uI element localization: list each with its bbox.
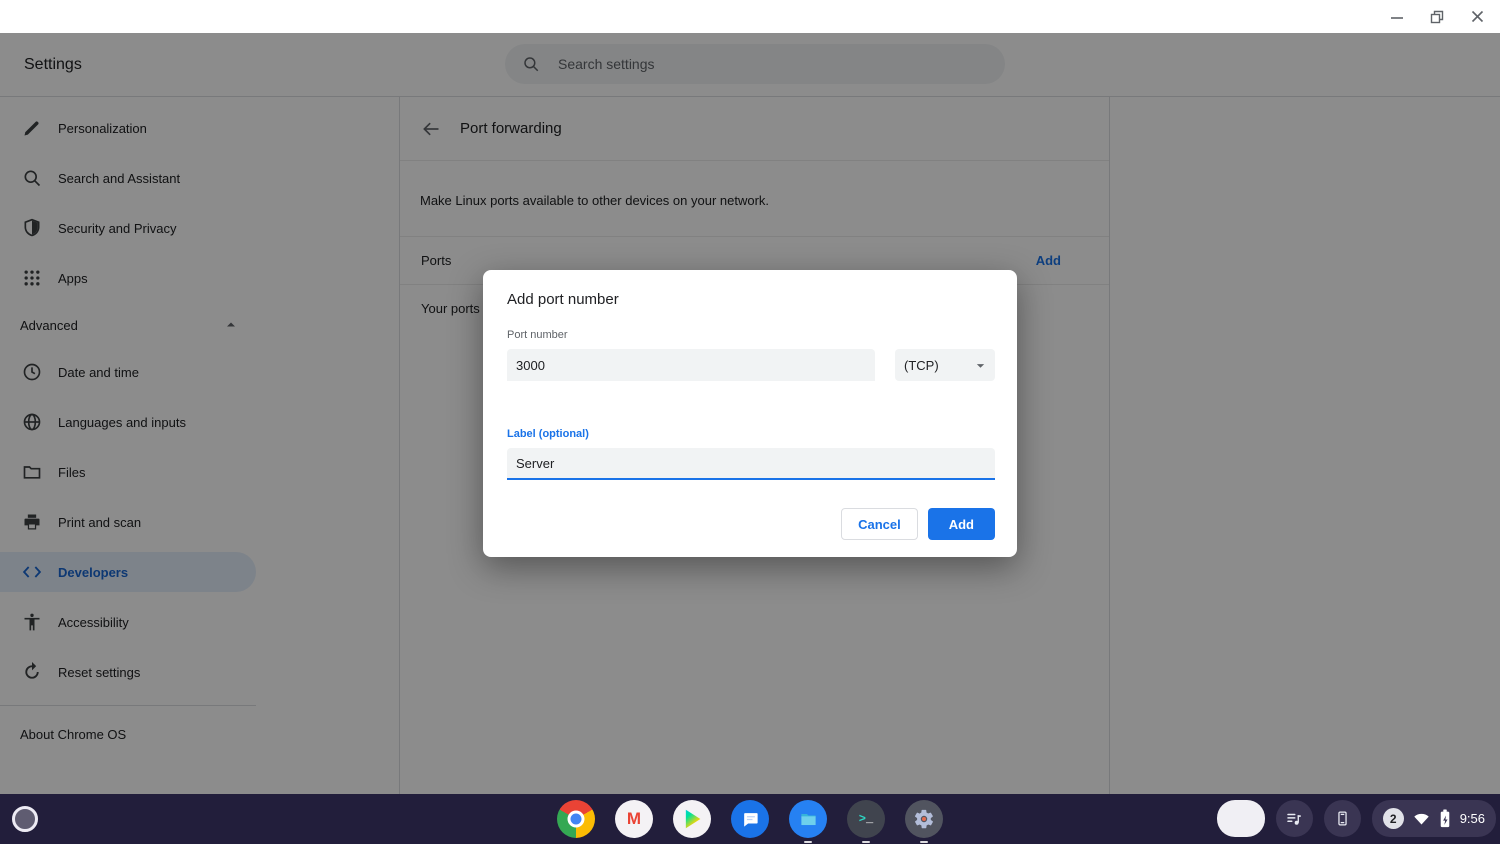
messages-app-icon[interactable] <box>731 800 769 838</box>
status-indicator-pill[interactable] <box>1217 800 1265 837</box>
running-indicator <box>804 841 812 843</box>
minimize-icon <box>1390 10 1404 24</box>
battery-charging-icon <box>1439 809 1451 828</box>
window-titlebar <box>0 0 1500 33</box>
files-app-icon[interactable] <box>789 800 827 838</box>
phone-hub-button[interactable] <box>1324 800 1361 837</box>
port-number-label: Port number <box>507 329 995 341</box>
port-number-input[interactable] <box>507 349 875 381</box>
notification-count-badge: 2 <box>1383 808 1404 829</box>
chromeos-screen: Settings Personalization Search and Assi… <box>0 0 1500 844</box>
files-logo-icon <box>789 800 827 838</box>
play-store-app-icon[interactable] <box>673 800 711 838</box>
label-input[interactable] <box>507 448 995 480</box>
system-tray: 2 9:56 <box>1217 800 1496 837</box>
play-store-logo-icon <box>673 800 711 838</box>
gear-icon <box>905 800 943 838</box>
phone-icon <box>1334 810 1351 827</box>
cancel-button[interactable]: Cancel <box>841 508 918 540</box>
label-optional-label: Label (optional) <box>507 428 995 440</box>
protocol-value: (TCP) <box>904 358 939 373</box>
wifi-icon <box>1413 810 1430 827</box>
media-controls-button[interactable] <box>1276 800 1313 837</box>
window-controls <box>1384 0 1490 33</box>
terminal-app-icon[interactable]: >_ <box>847 800 885 838</box>
gmail-logo-icon: M <box>615 800 653 838</box>
shelf: M >_ <box>0 794 1500 844</box>
dialog-buttons: Cancel Add <box>507 508 995 540</box>
add-port-dialog: Add port number Port number (TCP) Label … <box>483 270 1017 557</box>
running-indicator <box>920 841 928 843</box>
gmail-app-icon[interactable]: M <box>615 800 653 838</box>
dialog-title: Add port number <box>507 291 995 308</box>
chevron-down-icon <box>975 360 986 371</box>
shelf-apps: M >_ <box>557 800 943 838</box>
minimize-button[interactable] <box>1384 4 1410 30</box>
close-button[interactable] <box>1464 4 1490 30</box>
clock: 9:56 <box>1460 811 1485 826</box>
close-icon <box>1471 10 1484 23</box>
terminal-logo-icon: >_ <box>847 800 885 838</box>
running-indicator <box>862 841 870 843</box>
queue-music-icon <box>1285 810 1303 828</box>
dialog-add-button[interactable]: Add <box>928 508 995 540</box>
chrome-logo-icon <box>557 800 595 838</box>
protocol-dropdown[interactable]: (TCP) <box>895 349 995 381</box>
messages-logo-icon <box>731 800 769 838</box>
restore-icon <box>1430 10 1444 24</box>
chrome-app-icon[interactable] <box>557 800 595 838</box>
restore-button[interactable] <box>1424 4 1450 30</box>
status-tray[interactable]: 2 9:56 <box>1372 800 1496 837</box>
launcher-button[interactable] <box>12 806 38 832</box>
settings-app-icon[interactable] <box>905 800 943 838</box>
